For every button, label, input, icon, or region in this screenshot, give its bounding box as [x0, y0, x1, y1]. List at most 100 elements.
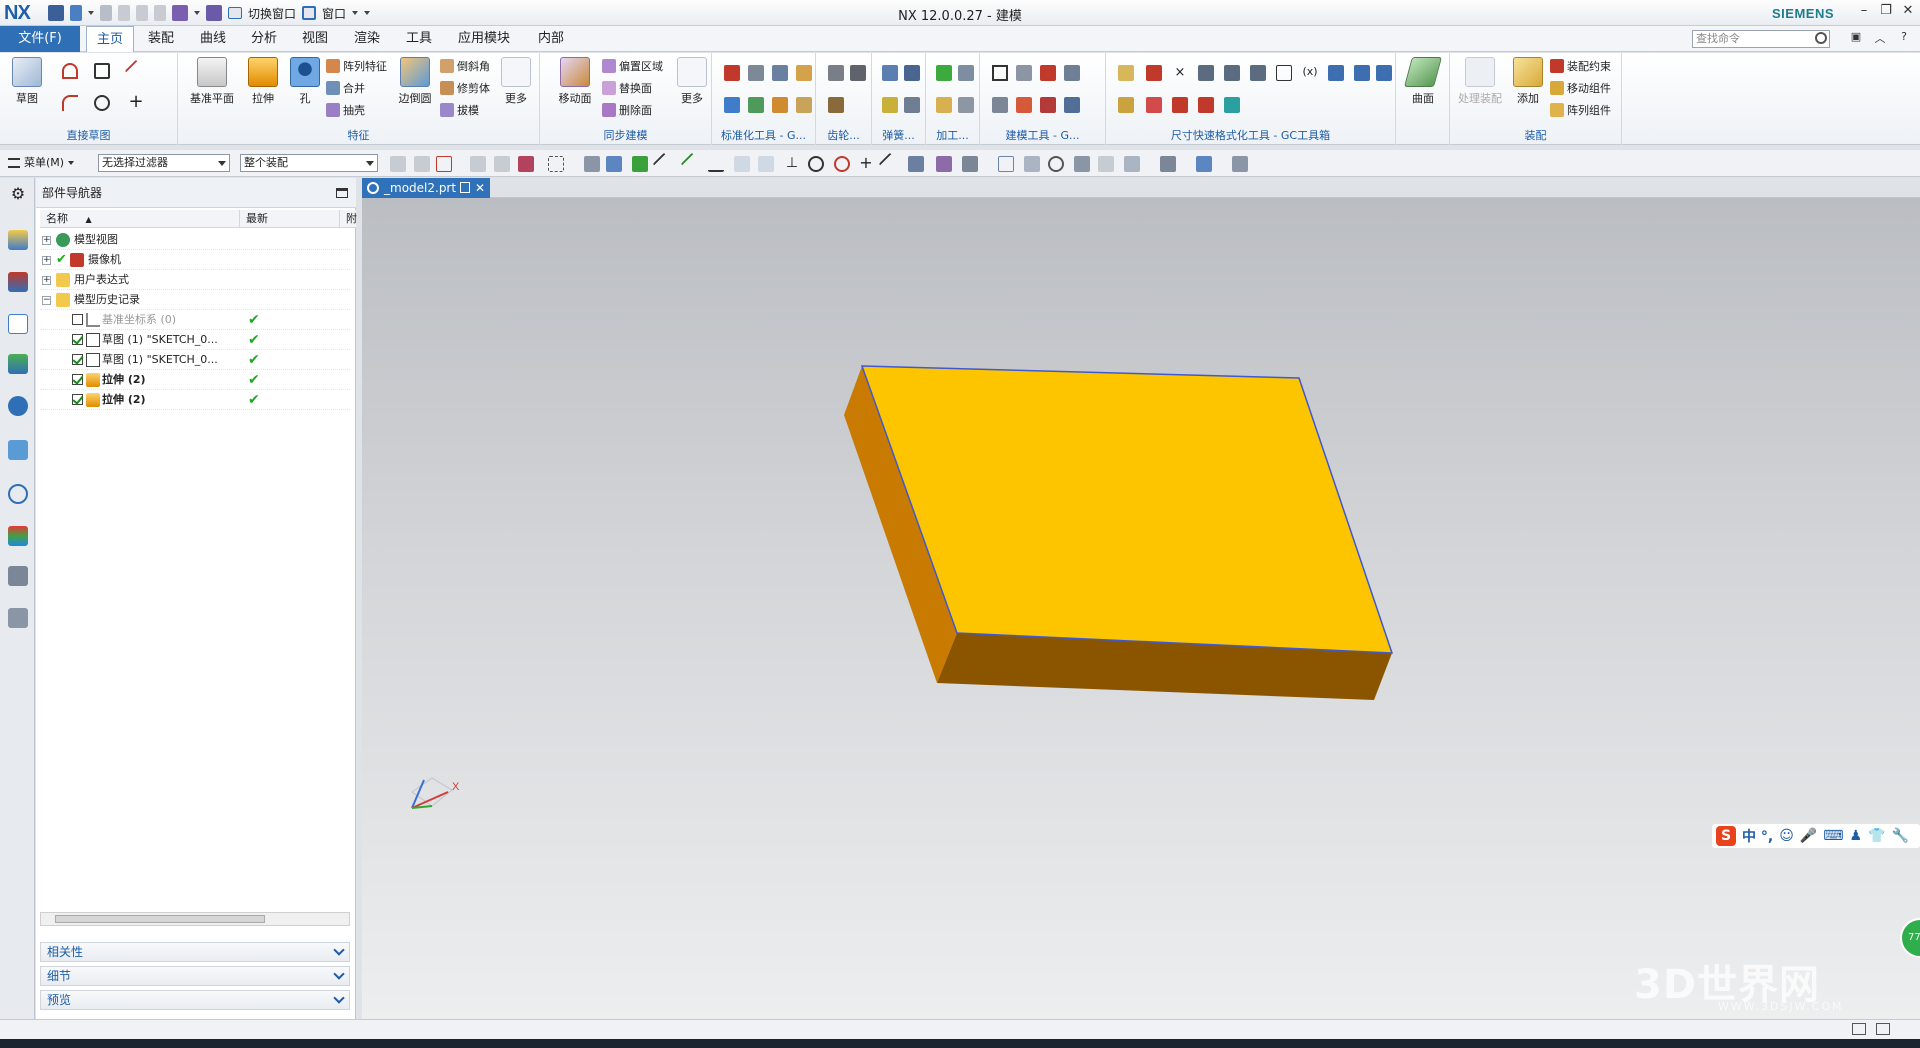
minimize-icon[interactable]: – — [1854, 3, 1874, 21]
tree-row-model-views[interactable]: + 模型视图 — [40, 230, 350, 250]
emoji-icon[interactable]: ☺ — [1779, 828, 1794, 844]
tree-row-user-expressions[interactable]: + 用户表达式 — [40, 270, 350, 290]
pick-point-icon[interactable] — [518, 156, 534, 172]
tree-row-sketch-2[interactable]: 草图 (1) "SKETCH_0... ✔ — [40, 350, 350, 370]
history-icon[interactable] — [8, 484, 28, 504]
file-menu-button[interactable]: 文件(F) — [0, 26, 80, 52]
hd3d-tools-icon[interactable] — [8, 396, 28, 416]
ime-mode-label[interactable]: 中 °, — [1742, 826, 1773, 846]
modeling-tool-icon-3[interactable] — [1040, 65, 1056, 81]
std-tool-icon-2[interactable] — [748, 65, 764, 81]
panel-dependencies[interactable]: 相关性 — [40, 942, 350, 962]
repeat-command-icon[interactable] — [172, 5, 188, 21]
sketch-button[interactable]: 草图 — [4, 57, 50, 106]
dim-tool-icon-12[interactable] — [1276, 65, 1292, 81]
tab-view[interactable]: 视图 — [292, 26, 338, 52]
gear-icon-2[interactable] — [850, 65, 866, 81]
scrollbar-thumb[interactable] — [55, 915, 265, 923]
machining-check-icon[interactable] — [936, 65, 952, 81]
std-tool-icon-5[interactable] — [724, 97, 740, 113]
modeling-tool-icon-7[interactable] — [1040, 97, 1056, 113]
redo-icon[interactable] — [100, 5, 112, 21]
snap-spline-icon[interactable] — [758, 156, 774, 172]
general-selection-icon[interactable] — [390, 156, 406, 172]
paste-icon[interactable] — [154, 5, 166, 21]
std-tool-icon-1[interactable] — [724, 65, 740, 81]
dim-tool-icon-14[interactable] — [1328, 65, 1344, 81]
remove-tolerance-icon[interactable]: × — [1172, 65, 1188, 81]
sogou-icon[interactable]: S — [1716, 826, 1736, 846]
move-face-button[interactable]: 移动面 — [552, 57, 598, 106]
undo-dropdown-icon[interactable] — [88, 11, 94, 15]
save-icon[interactable] — [48, 5, 64, 21]
document-tab[interactable]: _model2.prt ✕ — [362, 178, 490, 198]
dim-tool-icon-4[interactable] — [1146, 97, 1162, 113]
tab-home[interactable]: 主页 — [86, 26, 135, 52]
part-navigator-icon[interactable] — [8, 314, 28, 334]
skin-icon[interactable]: 👕 — [1868, 828, 1885, 844]
tab-tools[interactable]: 工具 — [396, 26, 442, 52]
tree-row-extrude-2[interactable]: 拉伸 (2) ✔ — [40, 390, 350, 410]
replace-face-button[interactable]: 替换面 — [602, 79, 652, 97]
dim-tool-icon-11[interactable] — [1250, 65, 1266, 81]
web-browser-icon[interactable] — [8, 440, 28, 460]
snap-on-curve-icon[interactable] — [878, 152, 902, 176]
hole-button[interactable]: 孔 — [282, 57, 328, 106]
assembly-constraints-button[interactable]: 装配约束 — [1550, 57, 1611, 75]
trim-body-button[interactable]: 修剪体 — [440, 79, 490, 97]
unite-button[interactable]: 合并 — [326, 79, 365, 97]
constraint-navigator-icon[interactable] — [8, 272, 28, 292]
tree-row-cameras[interactable]: + ✔ 摄像机 — [40, 250, 350, 270]
window-menu-button[interactable]: 窗口 — [322, 5, 346, 22]
edge-blend-button[interactable]: 边倒圆 — [392, 57, 438, 106]
dim-tool-icon-13[interactable]: (x) — [1302, 65, 1318, 81]
snap-curve-icon[interactable] — [734, 156, 750, 172]
dim-tool-icon-15[interactable] — [1354, 65, 1370, 81]
arc-icon[interactable] — [62, 95, 78, 111]
panel-details[interactable]: 细节 — [40, 966, 350, 986]
snap-center-icon[interactable] — [808, 156, 824, 172]
window-dropdown-icon[interactable] — [352, 11, 359, 15]
select-feature-icon[interactable] — [414, 156, 430, 172]
chamfer-button[interactable]: 倒斜角 — [440, 57, 490, 75]
tab-applications[interactable]: 应用模块 — [448, 26, 520, 52]
visibility-checkbox[interactable] — [72, 394, 83, 405]
modeling-tool-icon-6[interactable] — [1016, 97, 1032, 113]
main-menu-button[interactable]: 菜单(M) — [8, 154, 75, 172]
add-component-button[interactable]: 添加 — [1508, 57, 1548, 106]
pattern-feature-button[interactable]: 阵列特征 — [326, 57, 387, 75]
select-body-icon[interactable] — [584, 156, 600, 172]
process-assembly-button[interactable]: 处理装配 — [1454, 57, 1506, 106]
ime-toolbar[interactable]: S 中 °, ☺ 🎤 ⌨ ♟ 👕 🔧 — [1712, 824, 1920, 848]
std-tool-icon-6[interactable] — [748, 97, 764, 113]
close-tab-icon[interactable]: ✕ — [475, 178, 485, 198]
selection-scope-select[interactable]: 整个装配 — [240, 154, 378, 172]
horizontal-scrollbar[interactable] — [40, 912, 350, 926]
rotate-icon[interactable] — [1048, 156, 1064, 172]
extrude-button[interactable]: 拉伸 — [240, 57, 286, 106]
window-icon[interactable] — [302, 6, 317, 20]
dim-tool-icon-9[interactable] — [1224, 65, 1240, 81]
modeling-tool-icon-5[interactable] — [992, 97, 1008, 113]
std-tool-icon-4[interactable] — [796, 65, 812, 81]
spring-icon-4[interactable] — [904, 97, 920, 113]
tree-row-extrude-1[interactable]: 拉伸 (2) ✔ — [40, 370, 350, 390]
expand-icon[interactable]: + — [42, 256, 51, 265]
snap-point-icon[interactable]: + — [858, 155, 874, 172]
column-latest[interactable]: 最新 — [240, 210, 340, 228]
std-tool-icon-7[interactable] — [772, 97, 788, 113]
selection-filter-icon[interactable] — [436, 156, 452, 172]
circle-icon[interactable] — [94, 95, 110, 111]
rectangle-icon[interactable] — [94, 63, 110, 79]
assembly-navigator-icon[interactable] — [8, 230, 28, 250]
type-filter-select[interactable]: 无选择过滤器 — [98, 154, 230, 172]
more-sync-button[interactable]: 更多 — [672, 57, 712, 106]
reuse-library-icon[interactable] — [8, 354, 28, 374]
machining-icon-2[interactable] — [958, 65, 974, 81]
viewport-canvas[interactable]: X — [362, 178, 1920, 1019]
modeling-tool-icon-4[interactable] — [1064, 65, 1080, 81]
deselect-icon[interactable] — [494, 156, 510, 172]
roles-icon[interactable] — [8, 608, 28, 628]
orient-view-icon[interactable] — [1160, 156, 1176, 172]
tree-row-model-history[interactable]: − 模型历史记录 — [40, 290, 350, 310]
